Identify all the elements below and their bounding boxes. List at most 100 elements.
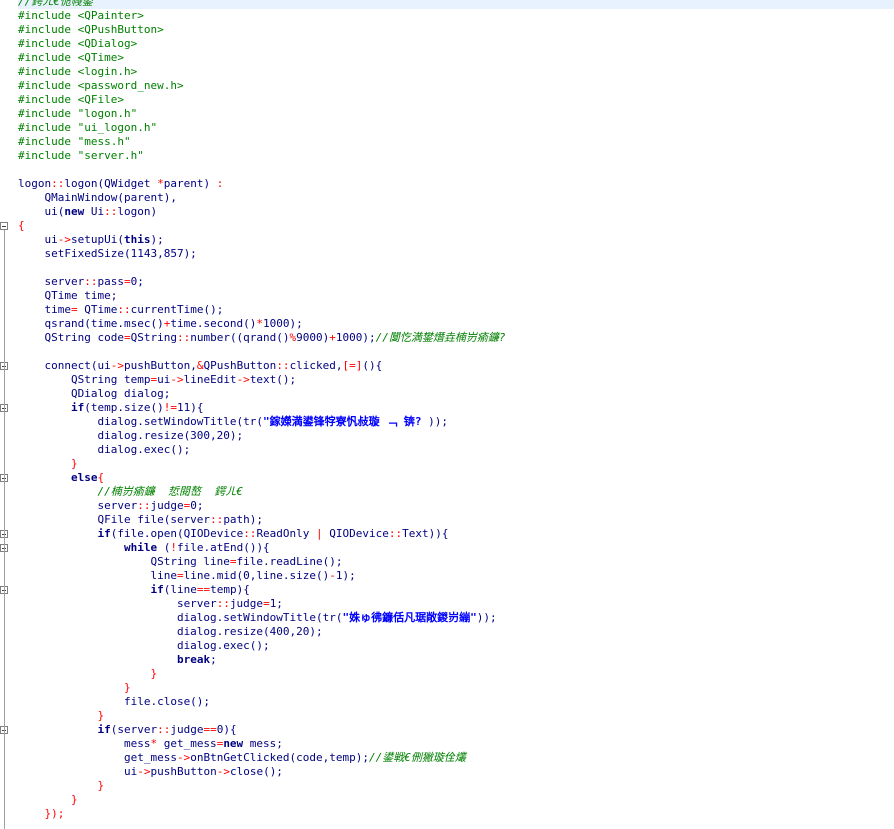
code-line[interactable]: setFixedSize(1143,857);: [18, 247, 894, 261]
code-line[interactable]: if(server::judge==0){: [18, 723, 894, 737]
code-token: 1;: [269, 597, 283, 610]
code-line[interactable]: QDialog dialog;: [18, 387, 894, 401]
code-line[interactable]: }: [18, 793, 894, 807]
code-line[interactable]: QString code=QString::number((qrand()%90…: [18, 331, 894, 345]
code-line[interactable]: #include <QPainter>: [18, 9, 894, 23]
code-line[interactable]: {: [18, 219, 894, 233]
code-line[interactable]: QMainWindow(parent),: [18, 191, 894, 205]
code-line[interactable]: #include <password_new.h>: [18, 79, 894, 93]
code-line[interactable]: }: [18, 667, 894, 681]
code-token: ::: [157, 723, 171, 736]
code-line[interactable]: #include <QTime>: [18, 51, 894, 65]
code-token: clicked,: [289, 359, 343, 372]
code-line[interactable]: [18, 261, 894, 275]
code-token: !: [170, 541, 177, 554]
code-line[interactable]: ui->pushButton->close();: [18, 765, 894, 779]
code-line[interactable]: connect(ui->pushButton,&QPushButton::cli…: [18, 359, 894, 373]
code-line[interactable]: //楠岃瘉鐮 悊閱嶅 鍔ㄦ€: [18, 485, 894, 499]
code-token: dialog.exec();: [18, 443, 191, 456]
code-line[interactable]: [18, 163, 894, 177]
code-token: ::: [210, 513, 224, 526]
code-token: 1);: [335, 569, 356, 582]
code-line[interactable]: [18, 345, 894, 359]
code-line[interactable]: #include <QPushButton>: [18, 23, 894, 37]
code-line[interactable]: dialog.exec();: [18, 443, 894, 457]
code-token: "姝ゅ彿鐮佸凡琚敞鍐岃繃": [342, 611, 477, 624]
code-line[interactable]: ui->setupUi(this);: [18, 233, 894, 247]
code-line[interactable]: logon::logon(QWidget *parent) :: [18, 177, 894, 191]
code-line[interactable]: if(temp.size()!=11){: [18, 401, 894, 415]
code-line[interactable]: ui(new Ui::logon): [18, 205, 894, 219]
code-token: file.atEnd()){: [176, 541, 270, 554]
code-token: ));: [428, 415, 449, 428]
code-token: mess: [18, 737, 151, 750]
code-line[interactable]: QTime time;: [18, 289, 894, 303]
code-token: }: [18, 709, 105, 722]
code-token: setFixedSize(1143,857);: [18, 247, 197, 260]
code-line[interactable]: file.close();: [18, 695, 894, 709]
code-token: 0){: [216, 723, 237, 736]
code-area[interactable]: //鍔ㄦ€佹帴鍙 #include <QPainter> #include <QPu…: [18, 0, 894, 829]
code-token: {: [18, 219, 25, 232]
code-line[interactable]: time= QTime::currentTime();: [18, 303, 894, 317]
code-line[interactable]: });: [18, 807, 894, 821]
code-line[interactable]: //鍔ㄦ€佹帴鍙: [18, 0, 894, 9]
code-line[interactable]: server::judge=1;: [18, 597, 894, 611]
fold-margin[interactable]: [0, 0, 13, 829]
code-line[interactable]: get_mess->onBtnGetClicked(code,temp);//鍙…: [18, 751, 894, 765]
code-token: #include <password_new.h>: [18, 79, 184, 92]
code-line[interactable]: QFile file(server::path);: [18, 513, 894, 527]
code-token: QTime: [77, 303, 118, 316]
code-line[interactable]: server::pass=0;: [18, 275, 894, 289]
code-line[interactable]: dialog.resize(400,20);: [18, 625, 894, 639]
code-line[interactable]: QString line=file.readLine();: [18, 555, 894, 569]
fold-toggle-icon[interactable]: [0, 222, 8, 230]
code-line[interactable]: qsrand(time.msec()+time.second()*1000);: [18, 317, 894, 331]
code-line[interactable]: #include "ui_logon.h": [18, 121, 894, 135]
code-line[interactable]: break;: [18, 653, 894, 667]
code-line[interactable]: #include <QDialog>: [18, 37, 894, 51]
code-token: pushButton: [150, 765, 217, 778]
code-line[interactable]: #include "mess.h": [18, 135, 894, 149]
code-token: }: [18, 681, 131, 694]
code-line[interactable]: dialog.exec();: [18, 639, 894, 653]
code-line[interactable]: if(file.open(QIODevice::ReadOnly | QIODe…: [18, 527, 894, 541]
code-line[interactable]: QString temp=ui->lineEdit->text();: [18, 373, 894, 387]
code-line[interactable]: }: [18, 779, 894, 793]
code-token: ui: [18, 233, 58, 246]
code-line[interactable]: }: [18, 457, 894, 471]
code-line[interactable]: if(line==temp){: [18, 583, 894, 597]
code-token: =: [70, 303, 78, 316]
code-token: time.second(): [170, 317, 257, 330]
code-line[interactable]: #include "server.h": [18, 149, 894, 163]
code-line[interactable]: dialog.setWindowTitle(tr("鎵嬫満鍙锋牸寮忛敊璇 ﹁ 锛…: [18, 415, 894, 429]
code-editor[interactable]: //鍔ㄦ€佹帴鍙 #include <QPainter> #include <QPu…: [0, 0, 894, 829]
code-token: #include <QFile>: [18, 93, 124, 106]
code-token: //: [18, 0, 32, 8]
code-line[interactable]: line=line.mid(0,line.size()-1);: [18, 569, 894, 583]
code-line[interactable]: dialog.resize(300,20);: [18, 429, 894, 443]
code-token: server: [18, 275, 85, 288]
code-token: #include <QPushButton>: [18, 23, 164, 36]
code-line[interactable]: mess* get_mess=new mess;: [18, 737, 894, 751]
code-line[interactable]: }: [18, 709, 894, 723]
code-token: #include <login.h>: [18, 65, 138, 78]
code-token: QPushButton: [203, 359, 277, 372]
code-line[interactable]: else{: [18, 471, 894, 485]
code-token: currentTime();: [130, 303, 224, 316]
code-token: =: [123, 331, 131, 344]
code-line[interactable]: #include <QFile>: [18, 93, 894, 107]
code-line[interactable]: while (!file.atEnd()){: [18, 541, 894, 555]
code-line[interactable]: #include "logon.h": [18, 107, 894, 121]
code-token: pushButton,: [123, 359, 197, 372]
code-token: ui(: [18, 205, 65, 218]
code-token: else: [70, 471, 98, 484]
code-line[interactable]: server::judge=0;: [18, 499, 894, 513]
code-line[interactable]: #include <login.h>: [18, 65, 894, 79]
code-line[interactable]: }: [18, 681, 894, 695]
code-token: QMainWindow(parent),: [18, 191, 177, 204]
code-line[interactable]: dialog.setWindowTitle(tr("姝ゅ彿鐮佸凡琚敞鍐岃繃"))…: [18, 611, 894, 625]
code-token: time: [18, 303, 71, 316]
code-token: #include "ui_logon.h": [18, 121, 158, 134]
